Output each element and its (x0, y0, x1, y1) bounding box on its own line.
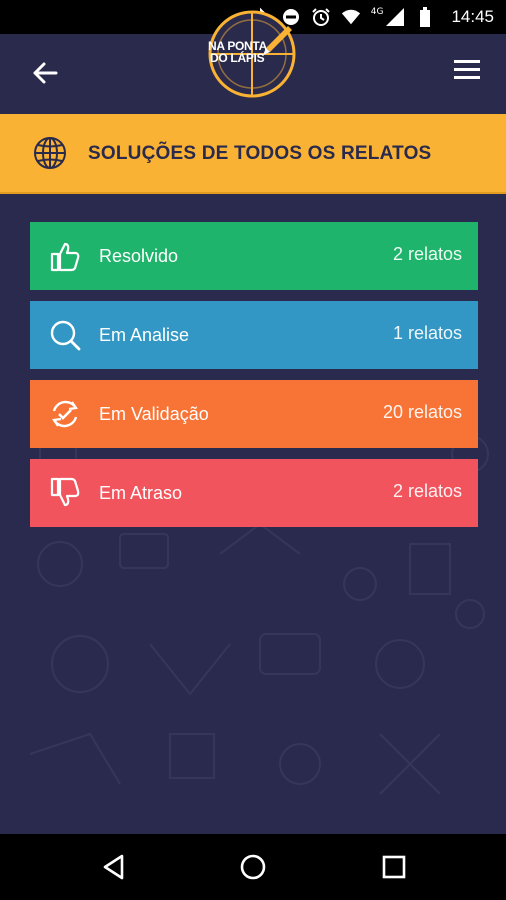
logo-wordmark: NA PONTA DO LÁPIS (208, 40, 296, 64)
globe-icon (34, 137, 66, 169)
back-triangle-icon[interactable] (100, 853, 128, 881)
menu-button[interactable] (450, 52, 484, 86)
status-label: Resolvido (99, 246, 179, 266)
status-card-em-analise[interactable]: Em Analise 1 relatos (30, 301, 478, 369)
status-count: 1 relatos (392, 323, 462, 343)
status-count: 2 relatos (392, 481, 462, 501)
thumbs-up-icon (50, 242, 80, 272)
hamburger-menu-icon (454, 60, 480, 79)
app-logo: NA PONTA DO LÁPIS (206, 8, 298, 100)
status-label: Em Analise (99, 325, 190, 345)
logo-line2: DO LÁPIS (210, 51, 265, 65)
arrow-left-icon (33, 62, 58, 84)
status-label: Em Atraso (99, 483, 183, 503)
magnifier-icon (50, 320, 81, 351)
page-title-band: SOLUÇÕES DE TODOS OS RELATOS (0, 114, 506, 194)
status-card-resolvido[interactable]: Resolvido 2 relatos (30, 222, 478, 290)
cell-signal-icon (385, 7, 405, 27)
refresh-check-icon (52, 400, 78, 428)
network-type: 4G (370, 7, 384, 17)
system-navigation-bar (0, 834, 506, 900)
home-circle-icon[interactable] (239, 853, 267, 881)
recents-square-icon[interactable] (380, 853, 408, 881)
status-count: 2 relatos (392, 244, 462, 264)
status-count: 20 relatos (382, 402, 462, 422)
status-label: Em Validação (99, 404, 209, 424)
alarm-icon (311, 7, 331, 27)
status-card-em-atraso[interactable]: Em Atraso 2 relatos (30, 459, 478, 527)
clock: 14:45 (451, 7, 494, 26)
wifi-icon (341, 7, 361, 27)
thumbs-down-icon (50, 477, 80, 507)
back-button[interactable] (28, 56, 62, 90)
battery-icon (415, 7, 435, 27)
page-title: SOLUÇÕES DE TODOS OS RELATOS (88, 143, 432, 164)
status-card-em-validacao[interactable]: Em Validação 20 relatos (30, 380, 478, 448)
content-area: Resolvido 2 relatos Em Analise 1 relatos… (0, 194, 506, 834)
